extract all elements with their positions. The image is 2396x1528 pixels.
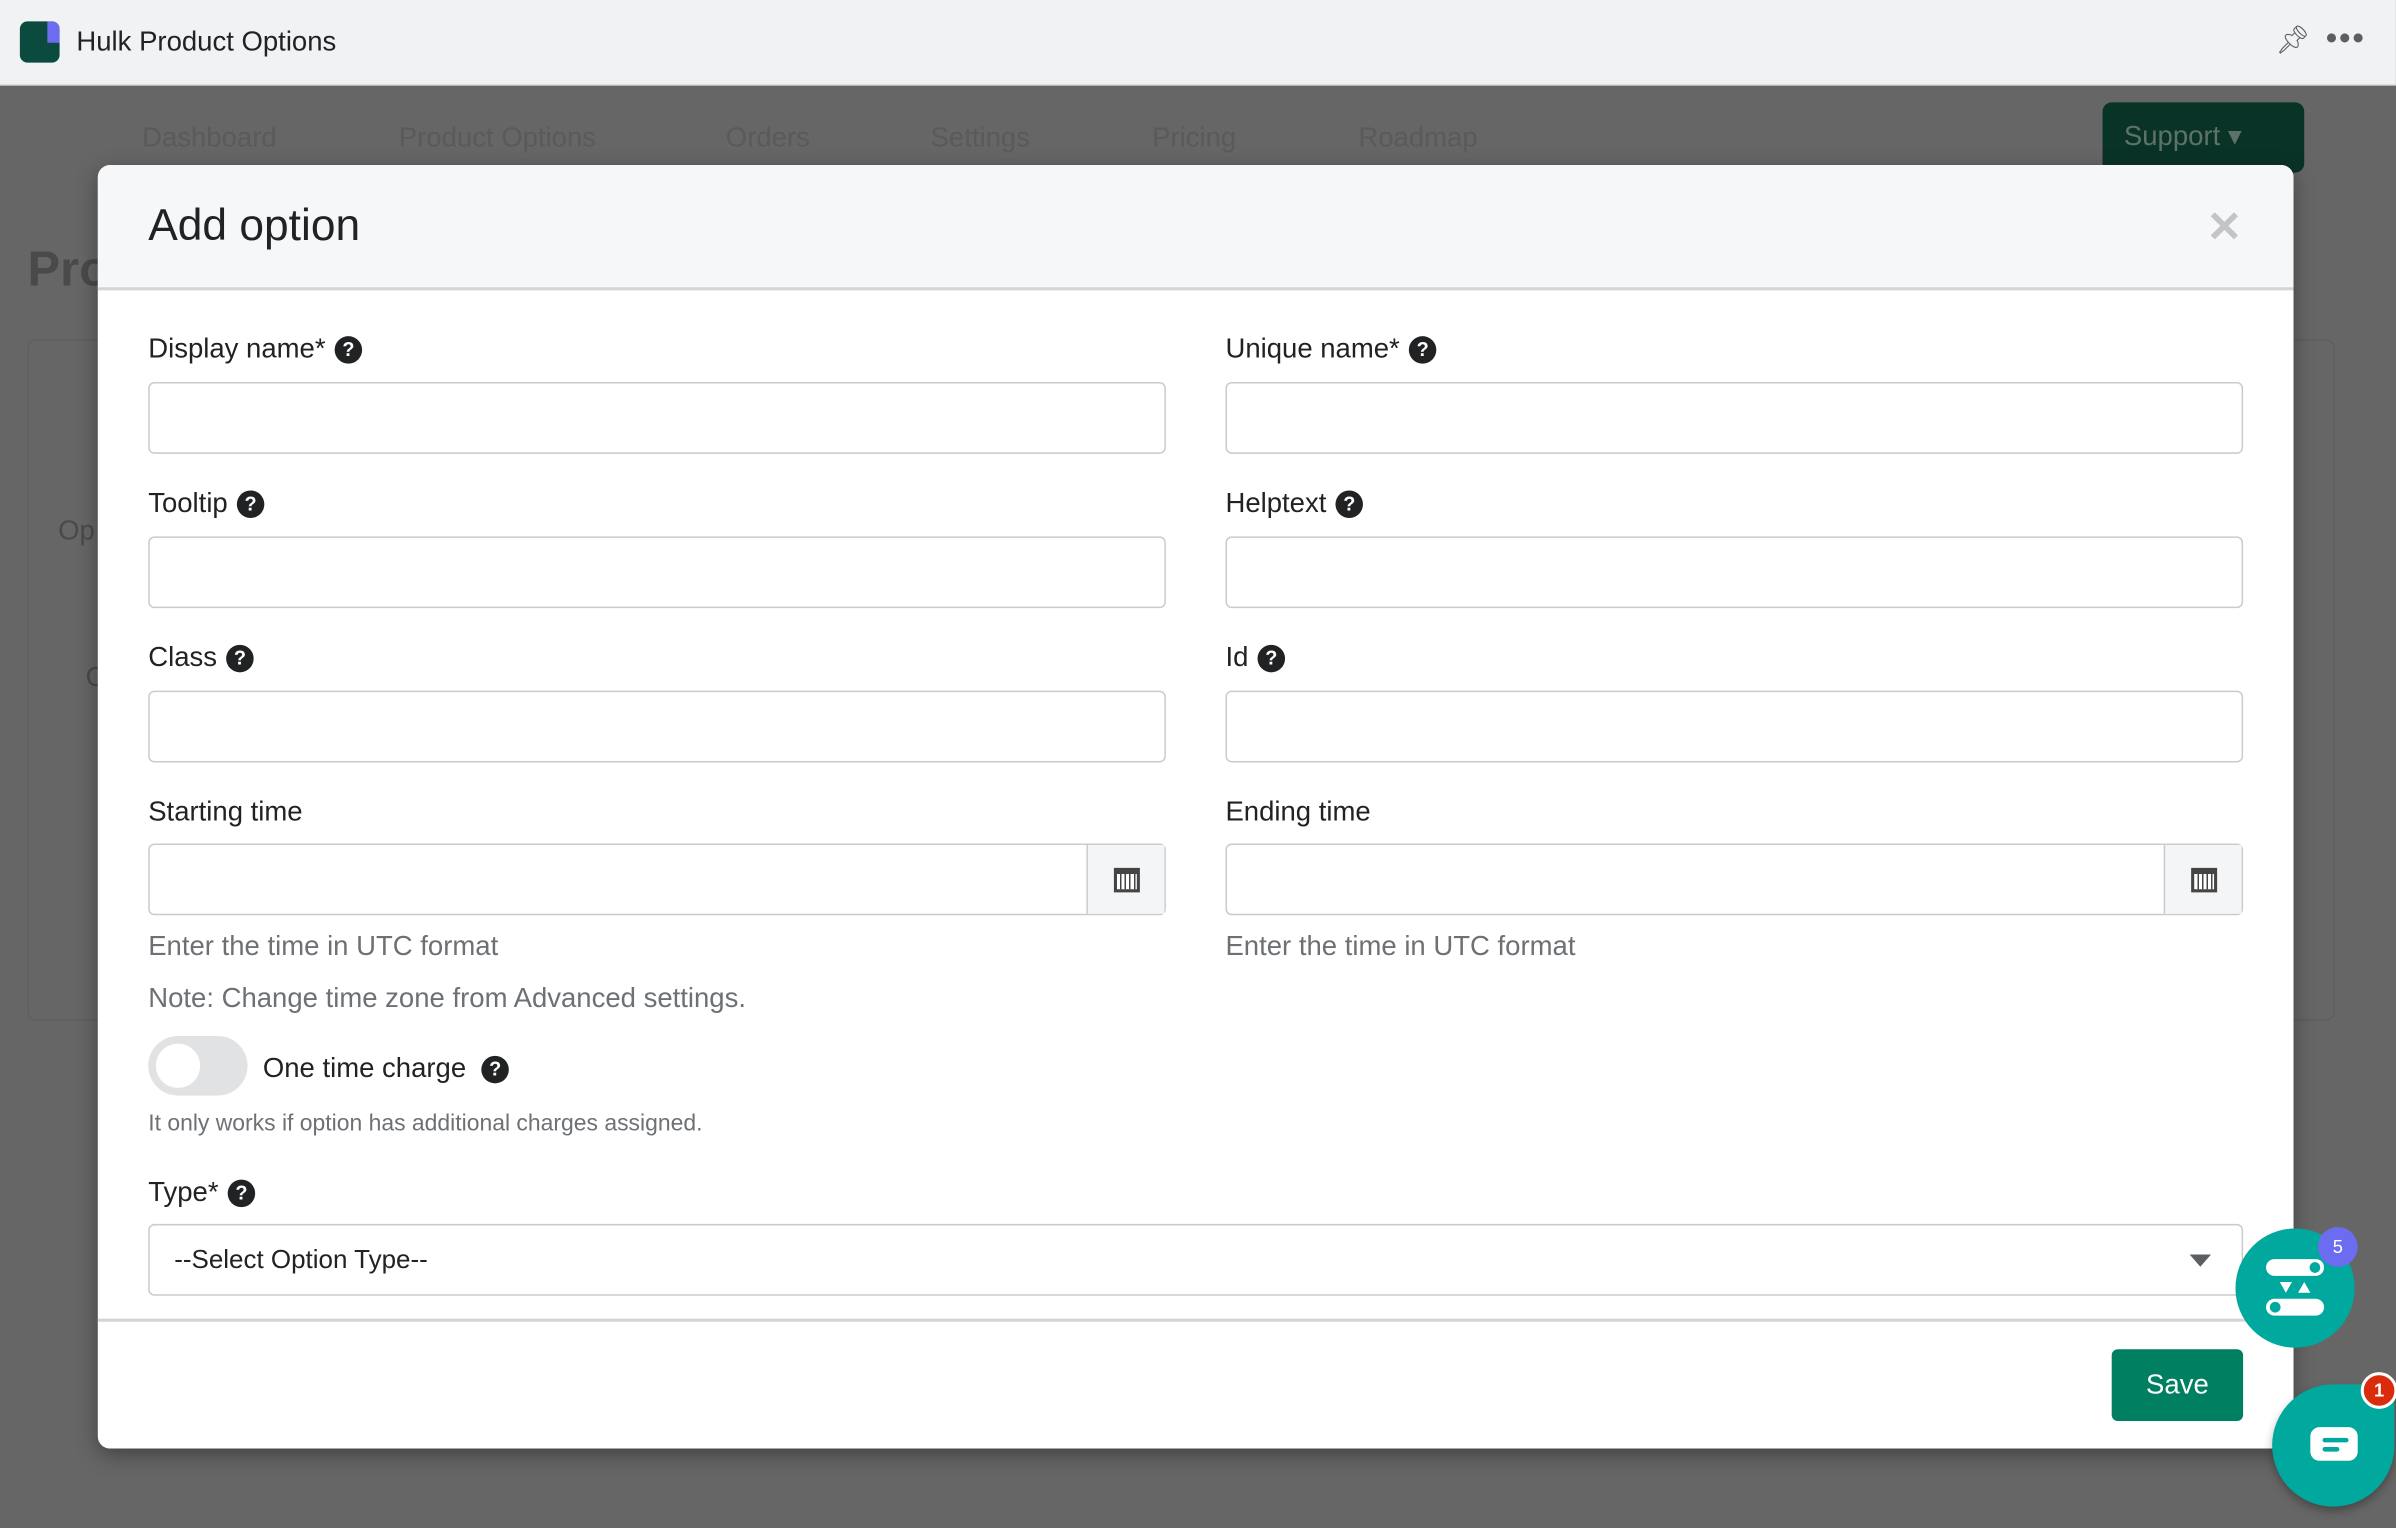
question-icon[interactable]: ? [334, 335, 363, 363]
display-name-label: Display name*? [148, 333, 363, 365]
question-icon[interactable]: ? [226, 644, 254, 672]
options-badge: 5 [2317, 1226, 2358, 1267]
question-icon[interactable]: ? [481, 1055, 509, 1083]
question-icon[interactable]: ? [236, 489, 265, 518]
calendar-icon [2190, 867, 2217, 892]
options-widget-button[interactable]: 5 [2235, 1226, 2358, 1348]
option-type-select[interactable]: --Select Option Type-- [148, 1223, 2244, 1296]
caret-down-icon: ▾ [2227, 120, 2242, 152]
ending-time-label: Ending time [1225, 796, 1371, 827]
one-time-charge-help: It only works if option has additional c… [148, 1110, 703, 1137]
id-input[interactable] [1225, 690, 2244, 763]
modal-title: Add option [148, 201, 361, 251]
helptext-label: Helptext? [1225, 487, 1364, 519]
app-root: Hulk Product Options 📌︎ ••• Dashboard Pr… [0, 0, 2396, 1528]
label-text: Display name* [148, 333, 326, 364]
label-text: Helptext [1225, 487, 1327, 518]
nav-product-options[interactable]: Product Options [399, 122, 596, 154]
question-icon[interactable]: ? [227, 1178, 256, 1207]
pin-icon[interactable]: 📌︎ [2275, 24, 2310, 56]
nav-pricing[interactable]: Pricing [1152, 122, 1236, 154]
nav-roadmap[interactable]: Roadmap [1358, 122, 1477, 154]
type-label: Type*? [148, 1176, 256, 1209]
timezone-note: Note: Change time zone from Advanced set… [148, 982, 746, 1014]
label-text: Unique name* [1225, 333, 1400, 364]
close-icon[interactable]: ✕ [2206, 202, 2242, 252]
one-time-charge-label: One time charge? [263, 1053, 509, 1085]
question-icon[interactable]: ? [1408, 335, 1437, 363]
ending-time-help: Enter the time in UTC format [1225, 930, 1576, 962]
selected-value: --Select Option Type-- [174, 1245, 428, 1275]
calendar-icon [1113, 867, 1140, 892]
calendar-button[interactable] [2163, 844, 2242, 914]
tooltip-label: Tooltip? [148, 487, 265, 519]
label-text: Tooltip [148, 487, 228, 518]
support-button[interactable]: Support ▾ [2102, 102, 2305, 173]
question-icon[interactable]: ? [1257, 644, 1286, 672]
id-label: Id? [1225, 641, 1286, 674]
app-header: Hulk Product Options 📌︎ ••• [0, 0, 2396, 86]
tooltip-input[interactable] [148, 536, 1166, 609]
more-options-icon[interactable]: ••• [2326, 18, 2366, 58]
display-name-input[interactable] [148, 382, 1166, 454]
helptext-input[interactable] [1225, 536, 2244, 609]
label-text: Id [1225, 641, 1249, 673]
support-label: Support [2123, 120, 2221, 152]
label-text: Type* [148, 1176, 219, 1208]
chat-widget-button[interactable]: 1 [2272, 1372, 2396, 1507]
starting-time-help: Enter the time in UTC format [148, 930, 499, 962]
app-title: Hulk Product Options [76, 25, 337, 57]
nav-dashboard[interactable]: Dashboard [142, 122, 277, 154]
class-input[interactable] [148, 690, 1166, 763]
add-option-modal: Add option ✕ Display name*? Unique name*… [97, 165, 2294, 1449]
modal-footer [97, 1318, 2294, 1322]
unique-name-input[interactable] [1225, 382, 2244, 454]
question-icon[interactable]: ? [1335, 489, 1364, 518]
calendar-button[interactable] [1086, 844, 1165, 914]
chat-badge: 1 [2360, 1372, 2396, 1409]
one-time-charge-toggle[interactable] [148, 1035, 248, 1096]
starting-time-input[interactable] [148, 843, 1166, 916]
modal-header: Add option ✕ [97, 165, 2294, 291]
label-text: Class [148, 641, 217, 673]
caret-down-icon [2189, 1254, 2212, 1267]
background-page-title: Pro [27, 241, 110, 297]
background-tab: Op [58, 514, 95, 546]
unique-name-label: Unique name*? [1225, 333, 1437, 365]
label-text: One time charge [262, 1052, 467, 1084]
nav-orders[interactable]: Orders [726, 122, 810, 154]
class-label: Class? [148, 641, 254, 674]
nav-settings[interactable]: Settings [931, 122, 1030, 154]
ending-time-input[interactable] [1225, 843, 2244, 916]
starting-time-label: Starting time [148, 796, 303, 827]
app-logo-icon [19, 21, 60, 63]
save-button[interactable]: Save [2111, 1349, 2244, 1422]
